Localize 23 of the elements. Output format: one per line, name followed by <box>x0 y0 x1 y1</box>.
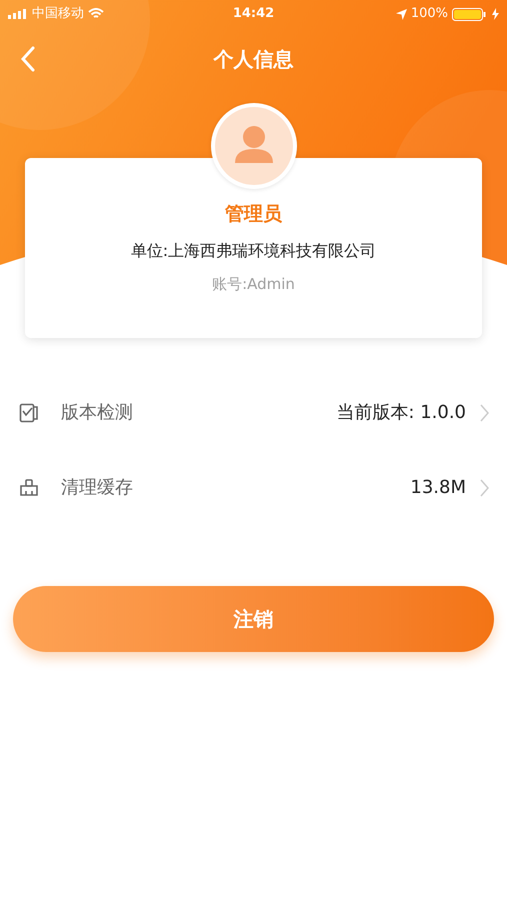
signal-icon <box>8 9 28 19</box>
charging-icon <box>492 8 500 20</box>
chevron-icon <box>480 404 489 422</box>
carrier-name: 中国移动 <box>32 5 84 24</box>
wifi-icon <box>88 8 104 20</box>
page-title: 个人信息 <box>214 46 294 73</box>
row-label: 清理缓存 <box>61 476 134 500</box>
back-icon <box>21 46 35 72</box>
checklist-icon <box>19 402 39 422</box>
row-label: 版本检测 <box>61 401 134 425</box>
chevron-icon <box>480 478 489 496</box>
unit-text: 单位:上海西弗瑞环境科技有限公司 <box>130 240 376 262</box>
user-name: 管理员 <box>225 202 282 227</box>
clock-time: 14:42 <box>232 5 274 24</box>
row-value: 13.8M <box>410 476 466 500</box>
row-value: 当前版本: 1.0.0 <box>336 401 466 425</box>
account-text: 账号:Admin <box>212 274 295 294</box>
settings-row[interactable]: 版本检测 当前版本: 1.0.0 <box>0 375 507 450</box>
settings-row[interactable]: 清理缓存 13.8M <box>0 450 507 525</box>
battery-icon <box>452 8 488 20</box>
location-icon <box>396 8 407 20</box>
broom-icon <box>19 478 39 496</box>
battery-percent: 100% <box>410 5 448 24</box>
